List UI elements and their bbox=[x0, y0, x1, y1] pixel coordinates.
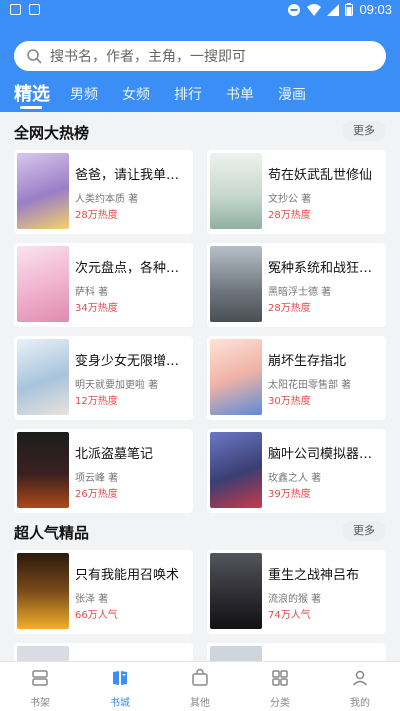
book-heat: 39万热度 bbox=[268, 489, 311, 500]
nav-label: 我的 bbox=[350, 698, 370, 709]
wifi-icon bbox=[307, 3, 322, 16]
book-cover bbox=[210, 553, 262, 629]
bag-icon bbox=[192, 668, 208, 686]
book-author: 张泽 著 bbox=[75, 594, 109, 605]
book-cover bbox=[210, 432, 262, 508]
nav-label: 分类 bbox=[270, 698, 290, 709]
section-title: 超人气精品 bbox=[14, 524, 90, 542]
nav-other[interactable]: 其他 bbox=[175, 668, 225, 709]
book-heat: 30万热度 bbox=[268, 396, 311, 407]
nav-label: 书城 bbox=[110, 698, 130, 709]
book-heat: 26万热度 bbox=[75, 489, 118, 500]
tab-featured[interactable]: 精选 bbox=[14, 80, 50, 106]
nav-label: 其他 bbox=[190, 698, 210, 709]
nav-profile[interactable]: 我的 bbox=[335, 668, 385, 709]
tab-female[interactable]: 女频 bbox=[122, 84, 150, 104]
category-tabs: 精选 男频 女频 排行 书单 漫画 bbox=[0, 78, 400, 110]
nav-bookstore[interactable]: 书城 bbox=[95, 668, 145, 709]
book-cover bbox=[17, 646, 69, 661]
book-card[interactable]: 冤种系统和战狂的… 黑暗浮士德 著 28万热度 bbox=[207, 243, 386, 327]
book-card[interactable]: 苟在妖武乱世修仙 文抄公 著 28万热度 bbox=[207, 150, 386, 234]
book-card[interactable] bbox=[14, 643, 193, 661]
more-button[interactable]: 更多 bbox=[342, 521, 386, 541]
search-input[interactable]: 搜书名，作者，主角，一搜即可 bbox=[14, 41, 386, 71]
book-heat: 66万人气 bbox=[75, 610, 118, 621]
book-author: 明天就要加更啦 著 bbox=[75, 380, 159, 391]
active-tab-indicator bbox=[20, 106, 42, 109]
book-author: 萨科 著 bbox=[75, 287, 109, 298]
signal-icon bbox=[327, 3, 340, 16]
book-cover bbox=[17, 553, 69, 629]
book-heat: 28万热度 bbox=[75, 210, 118, 221]
bookstore-icon bbox=[113, 671, 127, 685]
notification-icon bbox=[29, 4, 40, 15]
nav-label: 书架 bbox=[30, 698, 50, 709]
search-icon bbox=[27, 49, 42, 64]
book-heat: 12万热度 bbox=[75, 396, 118, 407]
book-title: 变身少女无限增殖… bbox=[75, 354, 191, 369]
book-heat: 28万热度 bbox=[268, 303, 311, 314]
status-bar: 09:03 bbox=[0, 0, 400, 22]
tab-comics[interactable]: 漫画 bbox=[278, 84, 306, 104]
nav-bookshelf[interactable]: 书架 bbox=[15, 668, 65, 709]
book-title: 崩坏生存指北 bbox=[268, 354, 347, 369]
book-card[interactable]: 只有我能用召唤术 张泽 著 66万人气 bbox=[14, 550, 193, 634]
book-author: 玫鑫之人 著 bbox=[268, 473, 322, 484]
book-title: 只有我能用召唤术 bbox=[75, 568, 180, 583]
book-cover bbox=[210, 339, 262, 415]
book-cover bbox=[17, 339, 69, 415]
more-button[interactable]: 更多 bbox=[342, 121, 386, 141]
book-heat: 74万人气 bbox=[268, 610, 311, 621]
notification-icon bbox=[10, 4, 21, 15]
book-cover bbox=[17, 432, 69, 508]
tab-male[interactable]: 男频 bbox=[70, 84, 98, 104]
section-title: 全网大热榜 bbox=[14, 124, 90, 142]
book-card[interactable]: 重生之战神吕布 流浪的猴 著 74万人气 bbox=[207, 550, 386, 634]
book-card[interactable] bbox=[207, 643, 386, 661]
book-author: 流浪的猴 著 bbox=[268, 594, 322, 605]
book-heat: 28万热度 bbox=[268, 210, 311, 221]
book-title: 爸爸，请让我单推… bbox=[75, 168, 191, 183]
book-title: 冤种系统和战狂的… bbox=[268, 261, 384, 276]
book-heat: 34万热度 bbox=[75, 303, 118, 314]
tab-booklist[interactable]: 书单 bbox=[226, 84, 254, 104]
book-card[interactable]: 变身少女无限增殖… 明天就要加更啦 著 12万热度 bbox=[14, 336, 193, 420]
book-author: 太阳花田零售部 著 bbox=[268, 380, 352, 391]
book-cover bbox=[17, 246, 69, 322]
book-title: 苟在妖武乱世修仙 bbox=[268, 168, 373, 183]
book-card[interactable]: 爸爸，请让我单推… 人类约本质 著 28万热度 bbox=[14, 150, 193, 234]
book-title: 重生之战神吕布 bbox=[268, 568, 360, 583]
bookshelf-icon bbox=[32, 670, 48, 686]
book-cover bbox=[17, 153, 69, 229]
battery-icon bbox=[345, 3, 354, 16]
book-cover bbox=[210, 646, 262, 661]
book-author: 文抄公 著 bbox=[268, 194, 312, 205]
book-card[interactable]: 脑叶公司模拟器，… 玫鑫之人 著 39万热度 bbox=[207, 429, 386, 513]
book-cover bbox=[210, 246, 262, 322]
status-time: 09:03 bbox=[359, 2, 392, 17]
user-icon bbox=[352, 670, 368, 686]
book-author: 人类约本质 著 bbox=[75, 194, 139, 205]
book-author: 项云峰 著 bbox=[75, 473, 119, 484]
book-card[interactable]: 次元盘点，各种冥… 萨科 著 34万热度 bbox=[14, 243, 193, 327]
book-title: 次元盘点，各种冥… bbox=[75, 261, 191, 276]
tab-ranking[interactable]: 排行 bbox=[174, 84, 202, 104]
category-icon bbox=[272, 670, 288, 686]
book-title: 脑叶公司模拟器，… bbox=[268, 447, 384, 462]
minus-circle-icon bbox=[288, 3, 301, 16]
book-card[interactable]: 北派盗墓笔记 项云峰 著 26万热度 bbox=[14, 429, 193, 513]
bottom-navigation: 书架 书城 其他 分类 我的 bbox=[0, 661, 400, 711]
book-card[interactable]: 崩坏生存指北 太阳花田零售部 著 30万热度 bbox=[207, 336, 386, 420]
book-cover bbox=[210, 153, 262, 229]
nav-category[interactable]: 分类 bbox=[255, 668, 305, 709]
book-author: 黑暗浮士德 著 bbox=[268, 287, 332, 298]
search-placeholder: 搜书名，作者，主角，一搜即可 bbox=[50, 49, 246, 65]
book-title: 北派盗墓笔记 bbox=[75, 447, 154, 462]
